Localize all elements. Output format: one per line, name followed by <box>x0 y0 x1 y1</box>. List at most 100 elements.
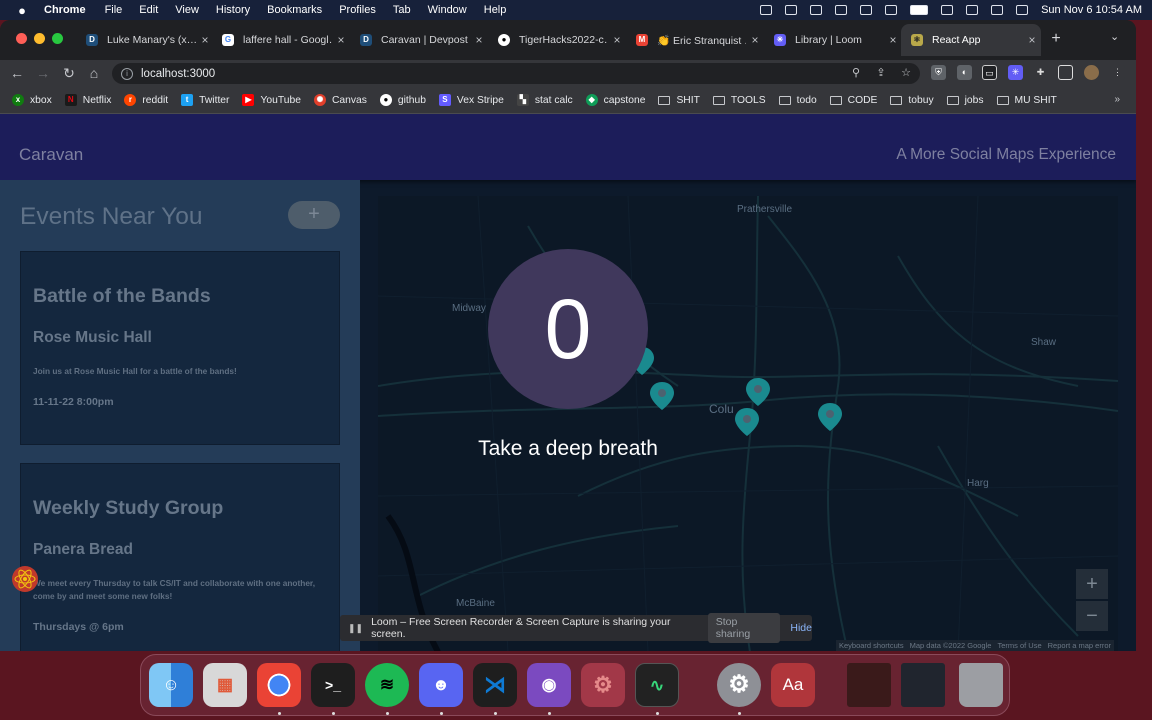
event-card[interactable]: Weekly Study Group Panera Bread We meet … <box>20 463 340 651</box>
menu-edit[interactable]: Edit <box>139 4 158 16</box>
close-tab-icon[interactable]: × <box>332 33 350 47</box>
share-icon[interactable]: ⇪ <box>873 65 889 81</box>
hide-button[interactable]: Hide <box>790 622 812 634</box>
map-marker-icon[interactable] <box>746 378 770 406</box>
close-tab-icon[interactable]: × <box>1023 33 1041 47</box>
report-error-link[interactable]: Report a map error <box>1048 641 1111 650</box>
menu-view[interactable]: View <box>175 4 199 16</box>
more-menu-icon[interactable]: ⋮ <box>1110 65 1125 80</box>
keyboard-shortcuts-link[interactable]: Keyboard shortcuts <box>839 641 904 650</box>
tab-search-chevron-icon[interactable]: ⌄ <box>1110 30 1119 43</box>
close-tab-icon[interactable]: × <box>608 33 626 47</box>
bookmark-folder-code[interactable]: CODE <box>829 95 877 106</box>
tab-luke-manary[interactable]: D Luke Manary's (x… × <box>76 24 214 56</box>
menu-file[interactable]: File <box>105 4 123 16</box>
bookmark-netflix[interactable]: N Netflix <box>64 94 111 106</box>
github-desktop-icon[interactable]: ◉ <box>527 663 571 707</box>
event-card[interactable]: Battle of the Bands Rose Music Hall Join… <box>20 251 340 445</box>
reload-icon[interactable]: ↻ <box>60 64 78 82</box>
menu-profiles[interactable]: Profiles <box>339 4 376 16</box>
discord-icon[interactable]: ☻ <box>419 663 463 707</box>
bookmark-reddit[interactable]: r reddit <box>124 94 168 106</box>
bookmark-folder-todo[interactable]: todo <box>778 95 817 106</box>
activity-monitor-icon[interactable]: ∿ <box>635 663 679 707</box>
slash-icon[interactable] <box>860 5 873 15</box>
siri-icon[interactable] <box>1016 5 1029 15</box>
spotify-icon[interactable]: ≋ <box>365 663 409 707</box>
menu-window[interactable]: Window <box>428 4 467 16</box>
bookmark-folder-jobs[interactable]: jobs <box>946 95 984 106</box>
menu-bookmarks[interactable]: Bookmarks <box>267 4 322 16</box>
bookmark-canvas[interactable]: ✺ Canvas <box>313 94 367 106</box>
home-icon[interactable]: ⌂ <box>85 64 103 82</box>
system-preferences-icon[interactable]: ⚙ <box>717 663 761 707</box>
close-tab-icon[interactable]: × <box>884 33 902 47</box>
wifi-icon[interactable] <box>941 5 954 15</box>
zoom-out-button[interactable]: − <box>1076 601 1108 631</box>
menu-help[interactable]: Help <box>484 4 507 16</box>
site-info-icon[interactable]: i <box>121 67 133 80</box>
tab-tigerhacks-github[interactable]: ● TigerHacks2022-c… × <box>488 24 626 56</box>
control-center-icon[interactable] <box>991 5 1004 15</box>
gear-app-icon[interactable]: ⚙ <box>581 663 625 707</box>
vscode-icon[interactable]: ⋊ <box>473 663 517 707</box>
extension-icon[interactable]: ◐ <box>957 65 972 80</box>
puzzle-extensions-icon[interactable]: ✚ <box>1033 65 1048 80</box>
bookmark-twitter[interactable]: t Twitter <box>181 94 229 106</box>
finder-icon[interactable]: ☺ <box>149 663 193 707</box>
bookmark-folder-tools[interactable]: TOOLS <box>712 95 766 106</box>
bookmark-folder-mu-shit[interactable]: MU SHIT <box>996 95 1057 106</box>
chat-extension-icon[interactable]: ▭ <box>982 65 997 80</box>
back-arrow-icon[interactable]: ← <box>8 64 26 82</box>
new-tab-button[interactable]: + <box>1047 30 1065 48</box>
url-text[interactable]: localhost:3000 <box>141 68 215 80</box>
address-bar[interactable]: i localhost:3000 ⚲ ⇪ ☆ <box>112 63 920 84</box>
bookmarks-overflow-chevron-icon[interactable]: » <box>1114 94 1120 105</box>
side-panel-icon[interactable] <box>1058 65 1073 80</box>
bookmark-vex-stripe[interactable]: S Vex Stripe <box>438 94 504 106</box>
bookmark-folder-tobuy[interactable]: tobuy <box>890 95 934 106</box>
map-marker-icon[interactable] <box>818 403 842 431</box>
bookmark-github[interactable]: ● github <box>379 94 426 106</box>
loom-extension-icon[interactable]: ✳ <box>1008 65 1023 80</box>
tab-gmail[interactable]: M 👏 Eric Stranquist … × <box>626 24 764 56</box>
tab-loom-library[interactable]: ✳ Library | Loom × <box>764 24 902 56</box>
zoom-window-button[interactable] <box>52 33 63 44</box>
terms-link[interactable]: Terms of Use <box>997 641 1041 650</box>
location-pin-icon[interactable]: ⚲ <box>848 65 864 81</box>
map-marker-icon[interactable] <box>650 382 674 410</box>
map-marker-icon[interactable] <box>735 408 759 436</box>
close-tab-icon[interactable]: × <box>470 33 488 47</box>
bookmark-capstone[interactable]: ◆ capstone <box>585 94 645 106</box>
terminal-icon[interactable]: >_ <box>311 663 355 707</box>
menu-history[interactable]: History <box>216 4 250 16</box>
app-brand[interactable]: Caravan <box>19 145 83 165</box>
bookmark-star-icon[interactable]: ☆ <box>898 65 914 81</box>
search-icon[interactable] <box>966 5 979 15</box>
profile-avatar[interactable] <box>1084 65 1099 80</box>
cloud-icon[interactable] <box>785 5 798 15</box>
tab-caravan-devpost[interactable]: D Caravan | Devpost × <box>350 24 488 56</box>
menu-tab[interactable]: Tab <box>393 4 411 16</box>
close-window-button[interactable] <box>16 33 27 44</box>
dictionary-icon[interactable]: Aa <box>771 663 815 707</box>
forward-arrow-icon[interactable]: → <box>34 64 52 82</box>
bluetooth-icon[interactable] <box>885 5 898 15</box>
bookmark-stat-calc[interactable]: ▚ stat calc <box>516 94 573 106</box>
launchpad-icon[interactable]: ▦ <box>203 663 247 707</box>
minimize-window-button[interactable] <box>34 33 45 44</box>
battery-icon[interactable] <box>910 5 929 15</box>
menu-chrome[interactable]: Chrome <box>44 4 86 16</box>
bookmark-xbox[interactable]: x xbox <box>12 94 52 106</box>
zoom-in-button[interactable]: + <box>1076 569 1108 599</box>
stop-sharing-button[interactable]: Stop sharing <box>707 613 781 643</box>
chrome-icon[interactable] <box>257 663 301 707</box>
bookmark-folder-shit[interactable]: SHIT <box>658 95 700 106</box>
diamond-icon[interactable] <box>810 5 823 15</box>
close-tab-icon[interactable]: × <box>746 33 764 47</box>
microphone-icon[interactable] <box>760 5 773 15</box>
play-icon[interactable] <box>835 5 848 15</box>
tab-react-app[interactable]: ⚛ React App × <box>901 24 1041 56</box>
tab-laffere-hall[interactable]: G laffere hall - Googl… × <box>212 24 350 56</box>
bookmark-youtube[interactable]: ▶ YouTube <box>242 94 301 106</box>
